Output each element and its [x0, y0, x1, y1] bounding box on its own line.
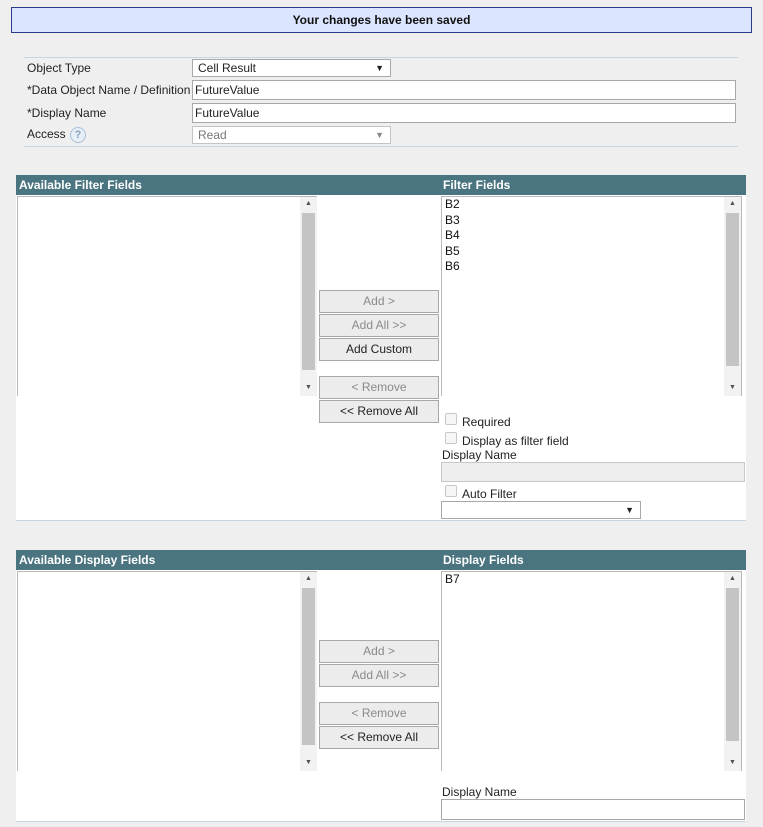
add-filter-button[interactable]: Add > — [319, 290, 439, 313]
chevron-down-icon: ▼ — [375, 63, 384, 73]
chevron-down-icon: ▼ — [625, 505, 634, 515]
auto-filter-select[interactable]: ▼ — [441, 501, 641, 519]
required-label: Required — [462, 415, 511, 429]
scroll-down-icon[interactable]: ▼ — [300, 759, 317, 766]
list-item[interactable]: B2 — [442, 197, 741, 213]
help-icon[interactable]: ? — [70, 127, 86, 143]
filter-display-name-label: Display Name — [442, 448, 517, 462]
access-value: Read — [198, 128, 227, 142]
add-all-display-button[interactable]: Add All >> — [319, 664, 439, 687]
scroll-up-icon[interactable]: ▲ — [724, 200, 741, 207]
display-fields-scrollbar[interactable]: ▲ ▼ — [724, 572, 741, 771]
scroll-up-icon[interactable]: ▲ — [300, 200, 317, 207]
display-fields-header: Display Fields — [443, 553, 524, 567]
access-label: Access — [27, 127, 66, 141]
filter-fields-header: Filter Fields — [443, 178, 511, 192]
scroll-up-icon[interactable]: ▲ — [300, 575, 317, 582]
list-item[interactable]: B3 — [442, 213, 741, 229]
display-name-label: *Display Name — [27, 106, 107, 120]
list-item[interactable]: B4 — [442, 228, 741, 244]
display-field-name-label: Display Name — [442, 785, 517, 799]
display-fields-list[interactable]: B7 — [441, 571, 742, 771]
form-bottom-divider — [24, 146, 738, 147]
object-type-select[interactable]: Cell Result ▼ — [192, 59, 391, 77]
object-type-value: Cell Result — [198, 61, 257, 75]
scroll-up-icon[interactable]: ▲ — [724, 575, 741, 582]
remove-all-display-button[interactable]: << Remove All — [319, 726, 439, 749]
scroll-down-icon[interactable]: ▼ — [724, 759, 741, 766]
list-item[interactable]: B6 — [442, 259, 741, 275]
auto-filter-label: Auto Filter — [462, 487, 517, 501]
scrollbar-thumb[interactable] — [726, 213, 739, 366]
display-name-input[interactable]: FutureValue — [192, 103, 736, 123]
save-confirmation-banner: Your changes have been saved — [11, 7, 752, 33]
available-filter-fields-header: Available Filter Fields — [19, 178, 142, 192]
available-filter-scrollbar[interactable]: ▲ ▼ — [300, 197, 317, 396]
remove-all-filter-button[interactable]: << Remove All — [319, 400, 439, 423]
access-select[interactable]: Read ▼ — [192, 126, 391, 144]
remove-filter-button[interactable]: < Remove — [319, 376, 439, 399]
scrollbar-thumb[interactable] — [726, 588, 739, 741]
available-display-fields-list[interactable] — [17, 571, 317, 771]
filter-fields-scrollbar[interactable]: ▲ ▼ — [724, 197, 741, 396]
definition-input[interactable]: FutureValue — [192, 80, 736, 100]
available-display-scrollbar[interactable]: ▲ ▼ — [300, 572, 317, 771]
required-checkbox[interactable] — [445, 413, 457, 425]
list-item[interactable]: B7 — [442, 572, 741, 588]
filter-fields-list[interactable]: B2 B3 B4 B5 B6 — [441, 196, 742, 396]
display-as-filter-label: Display as filter field — [462, 434, 569, 448]
available-display-fields-header: Available Display Fields — [19, 553, 156, 567]
add-all-filter-button[interactable]: Add All >> — [319, 314, 439, 337]
definition-label: *Data Object Name / Definition — [27, 83, 191, 97]
scrollbar-thumb[interactable] — [302, 213, 315, 370]
filter-display-name-input[interactable] — [441, 462, 745, 482]
list-item[interactable]: B5 — [442, 244, 741, 260]
add-display-button[interactable]: Add > — [319, 640, 439, 663]
scrollbar-thumb[interactable] — [302, 588, 315, 745]
display-field-name-input[interactable] — [441, 799, 745, 820]
object-type-label: Object Type — [27, 61, 91, 75]
scroll-down-icon[interactable]: ▼ — [724, 384, 741, 391]
form-top-divider — [24, 57, 738, 58]
display-as-filter-checkbox[interactable] — [445, 432, 457, 444]
auto-filter-checkbox[interactable] — [445, 485, 457, 497]
available-filter-fields-list[interactable] — [17, 196, 317, 396]
scroll-down-icon[interactable]: ▼ — [300, 384, 317, 391]
chevron-down-icon: ▼ — [375, 130, 384, 140]
remove-display-button[interactable]: < Remove — [319, 702, 439, 725]
add-custom-button[interactable]: Add Custom — [319, 338, 439, 361]
